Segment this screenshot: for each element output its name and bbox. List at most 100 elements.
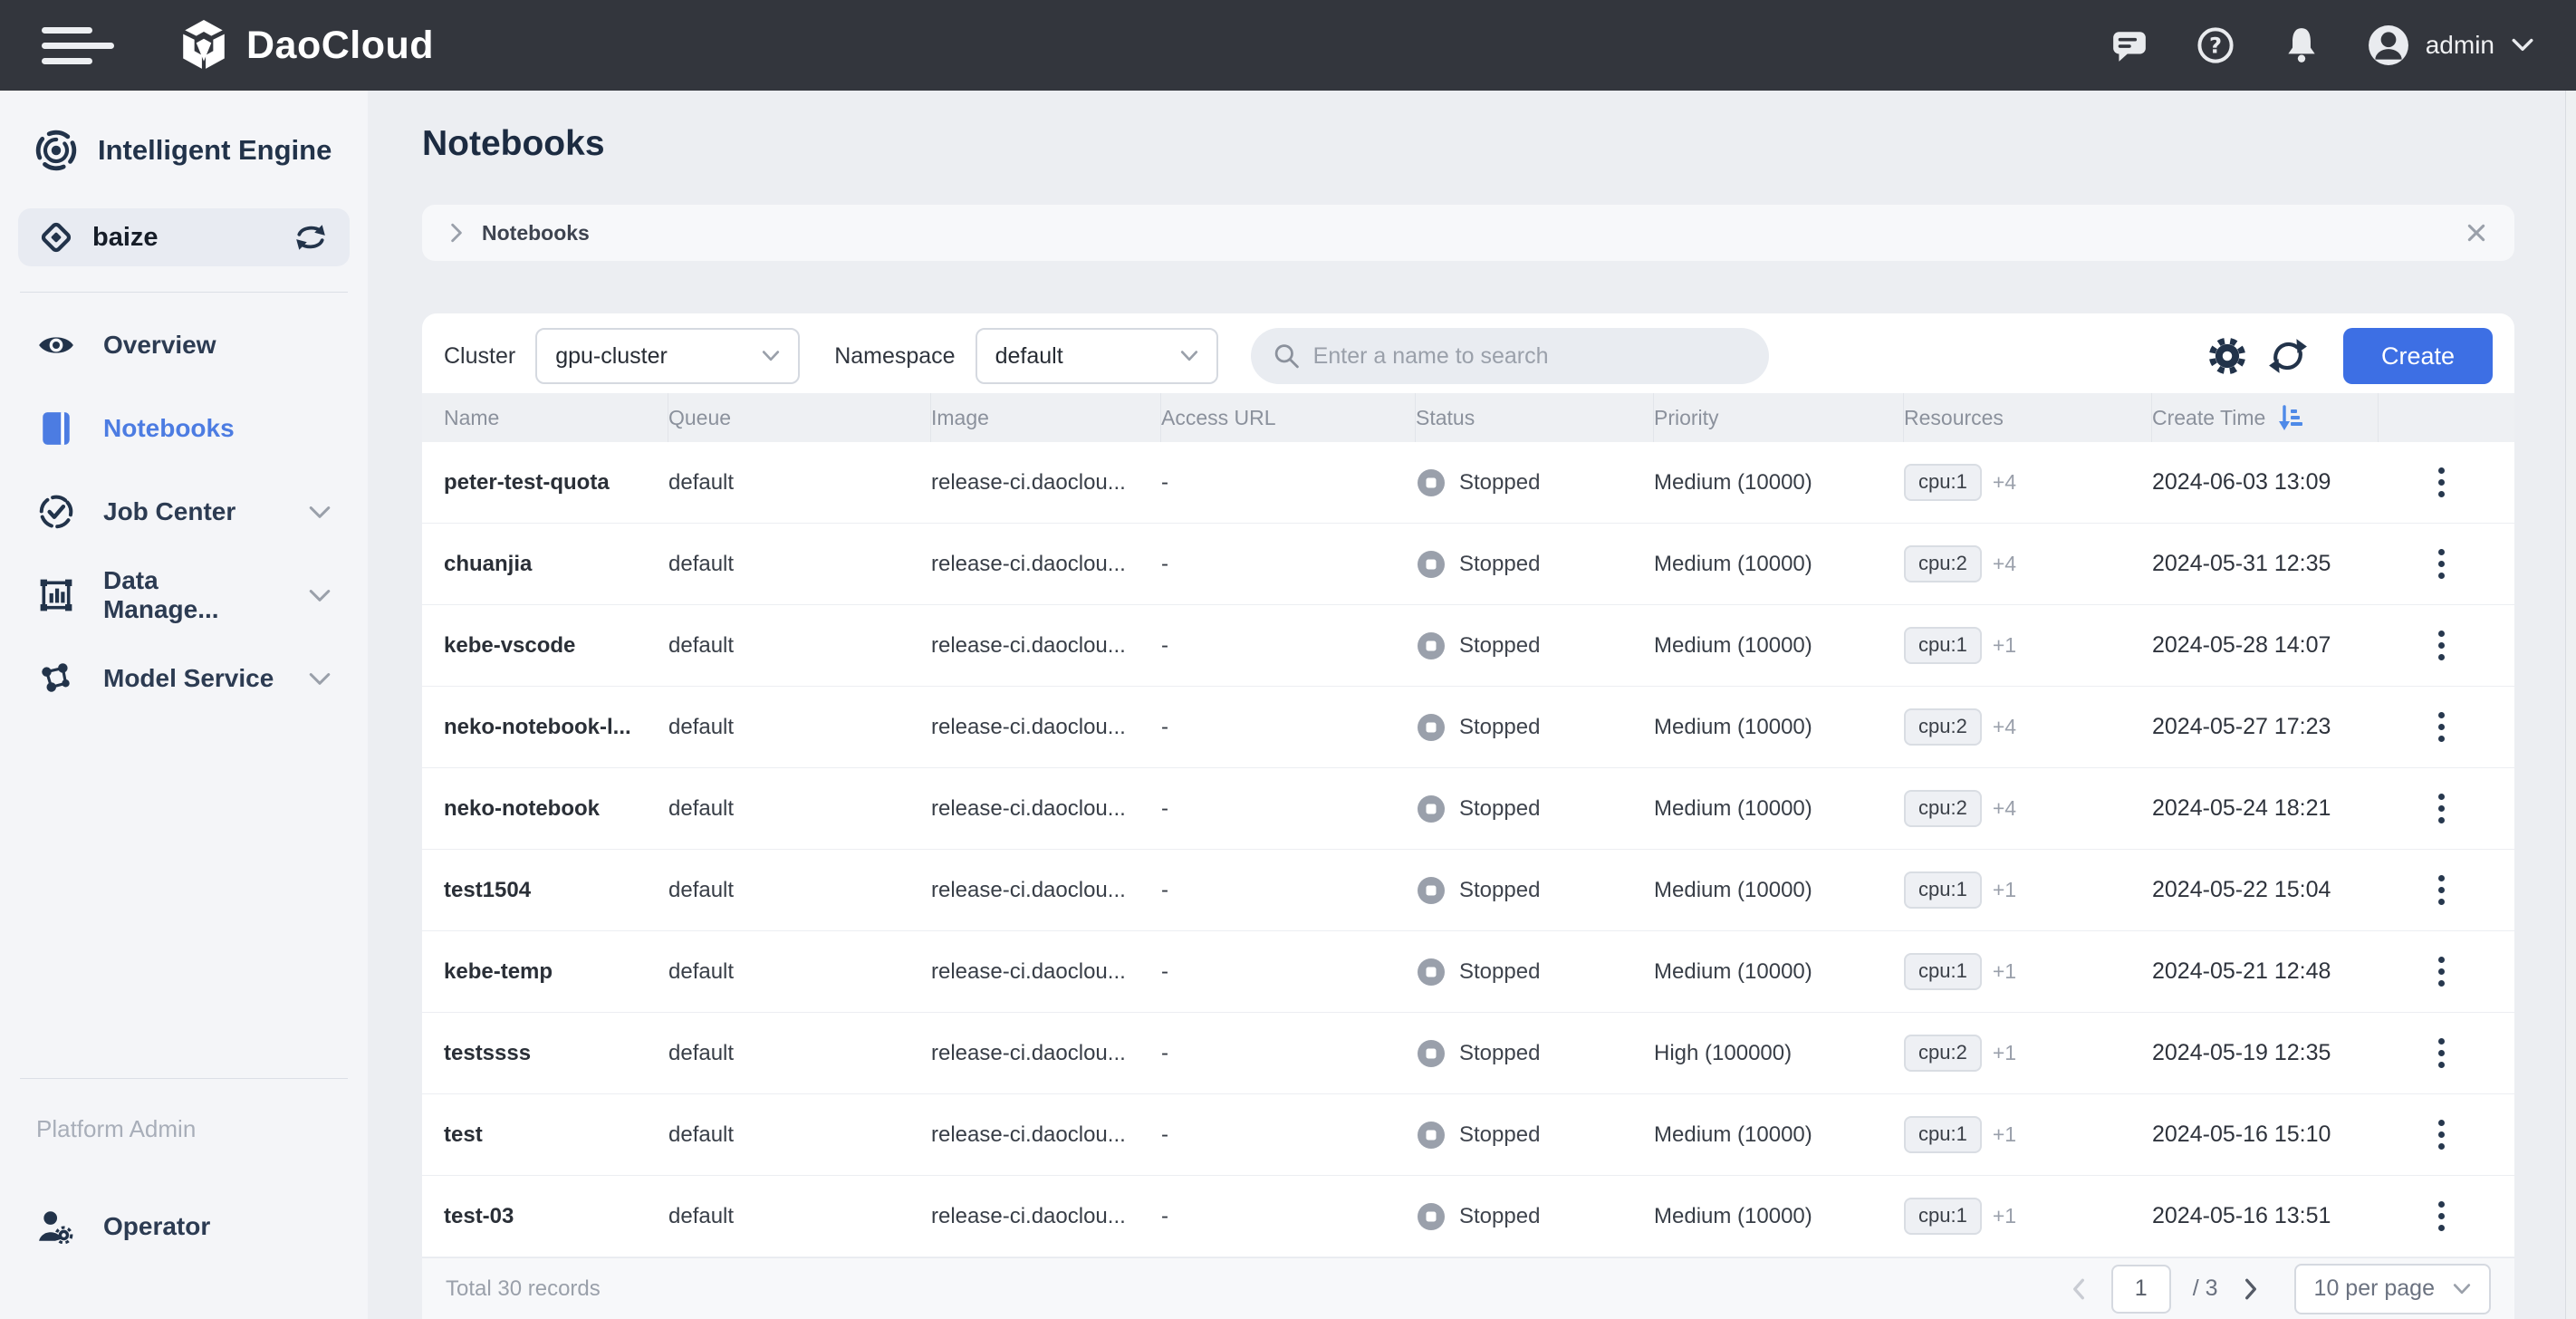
search-box [1251,328,1769,384]
next-page-icon[interactable] [2240,1277,2262,1301]
workspace-diamond-icon [40,221,72,254]
page-number-input[interactable] [2111,1265,2171,1314]
top-navbar: DaoCloud ? admin [0,0,2576,91]
kebab-menu-icon[interactable] [2429,870,2454,910]
resources-cell: cpu:1 +1 [1904,871,2152,908]
table-row[interactable]: chuanjia default release-ci.daoclou... -… [422,524,2514,605]
stopped-icon [1416,549,1447,580]
search-input[interactable] [1313,343,1747,370]
notebook-name[interactable]: peter-test-quota [422,470,668,496]
actions-cell [2379,544,2514,584]
sort-descending-icon[interactable] [2278,403,2305,432]
status-cell: Stopped [1416,1038,1654,1069]
priority-cell: Medium (10000) [1654,1122,1904,1148]
kebab-menu-icon[interactable] [2429,462,2454,503]
resource-tag: cpu:1 [1904,464,1982,500]
kebab-menu-icon[interactable] [2429,707,2454,747]
stopped-icon [1416,631,1447,661]
table-row[interactable]: testssss default release-ci.daoclou... -… [422,1013,2514,1094]
kebab-menu-icon[interactable] [2429,625,2454,666]
resources-cell: cpu:1 +1 [1904,953,2152,989]
page-size-select[interactable]: 10 per page [2294,1264,2491,1314]
workspace-selector[interactable]: baize [18,208,350,266]
close-icon[interactable] [2465,222,2487,244]
refresh-icon[interactable] [2267,335,2309,377]
previous-page-icon[interactable] [2068,1277,2090,1301]
create-time-cell: 2024-05-16 15:10 [2152,1122,2379,1148]
image-cell: release-ci.daoclou... [931,1041,1161,1066]
hamburger-menu-icon[interactable] [42,27,114,64]
help-icon[interactable]: ? [2196,25,2235,65]
notebook-name[interactable]: test [422,1122,668,1148]
table-row[interactable]: test1504 default release-ci.daoclou... -… [422,850,2514,931]
status-label: Stopped [1459,715,1540,740]
notebook-name[interactable]: chuanjia [422,552,668,577]
kebab-menu-icon[interactable] [2429,1196,2454,1237]
kebab-menu-icon[interactable] [2429,1114,2454,1155]
sidebar-item-label: Operator [103,1212,210,1241]
gear-icon[interactable] [2207,336,2247,376]
switch-workspace-icon[interactable] [293,223,328,252]
page-scrollbar[interactable] [2565,91,2576,1319]
brand-name: DaoCloud [246,24,434,68]
table-toolbar: Cluster gpu-cluster Namespace default [444,328,2493,384]
chevron-down-icon [308,497,332,526]
sidebar-item-job-center[interactable]: Job Center [18,470,350,554]
status-label: Stopped [1459,796,1540,822]
sidebar-item-model-service[interactable]: Model Service [18,637,350,720]
notebook-name[interactable]: testssss [422,1041,668,1066]
notebook-name[interactable]: neko-notebook [422,796,668,822]
status-label: Stopped [1459,552,1540,577]
stopped-icon [1416,794,1447,824]
access-url-cell: - [1161,1041,1416,1066]
create-time-cell: 2024-05-28 14:07 [2152,632,2379,659]
kebab-menu-icon[interactable] [2429,544,2454,584]
actions-cell [2379,462,2514,503]
sidebar-item-overview[interactable]: Overview [18,303,350,387]
breadcrumb-chevron-icon [449,222,464,244]
notebook-name[interactable]: kebe-vscode [422,633,668,659]
notifications-bell-icon[interactable] [2283,25,2321,65]
sidebar: Intelligent Engine baize Overview [0,91,368,1319]
resource-tag: cpu:1 [1904,627,1982,663]
sidebar-item-label: Notebooks [103,414,235,443]
priority-cell: Medium (10000) [1654,796,1904,822]
breadcrumb-item[interactable]: Notebooks [482,221,590,246]
stopped-icon [1416,1038,1447,1069]
kebab-menu-icon[interactable] [2429,1033,2454,1073]
cluster-label: Cluster [444,343,515,370]
table-row[interactable]: neko-notebook-l... default release-ci.da… [422,687,2514,768]
cluster-select[interactable]: gpu-cluster [535,328,800,384]
column-header-priority: Priority [1654,393,1904,442]
access-url-cell: - [1161,552,1416,577]
status-cell: Stopped [1416,794,1654,824]
table-row[interactable]: peter-test-quota default release-ci.daoc… [422,442,2514,524]
sidebar-item-operator[interactable]: Operator [18,1185,350,1268]
table-row[interactable]: test-03 default release-ci.daoclou... - … [422,1176,2514,1257]
user-menu[interactable]: admin [2368,24,2534,66]
chevron-down-icon [1180,350,1198,362]
sidebar-item-notebooks[interactable]: Notebooks [18,387,350,470]
kebab-menu-icon[interactable] [2429,788,2454,829]
column-header-resources: Resources [1904,393,2152,442]
sidebar-item-data-management[interactable]: Data Manage... [18,554,350,637]
column-header-create-time[interactable]: Create Time [2152,393,2379,442]
sidebar-divider [20,1078,348,1079]
table-row[interactable]: neko-notebook default release-ci.daoclou… [422,768,2514,850]
access-url-cell: - [1161,715,1416,740]
namespace-select[interactable]: default [976,328,1218,384]
job-center-icon [36,493,76,531]
table-row[interactable]: test default release-ci.daoclou... - Sto… [422,1094,2514,1176]
notebook-icon [36,410,76,447]
notebook-name[interactable]: kebe-temp [422,959,668,985]
status-cell: Stopped [1416,549,1654,580]
create-button[interactable]: Create [2343,328,2493,384]
chat-icon[interactable] [2110,26,2148,64]
kebab-menu-icon[interactable] [2429,951,2454,992]
resource-extra-count: +4 [1993,715,2016,739]
table-row[interactable]: kebe-temp default release-ci.daoclou... … [422,931,2514,1013]
table-row[interactable]: kebe-vscode default release-ci.daoclou..… [422,605,2514,687]
notebook-name[interactable]: test1504 [422,878,668,903]
notebook-name[interactable]: neko-notebook-l... [422,715,668,740]
notebook-name[interactable]: test-03 [422,1204,668,1229]
